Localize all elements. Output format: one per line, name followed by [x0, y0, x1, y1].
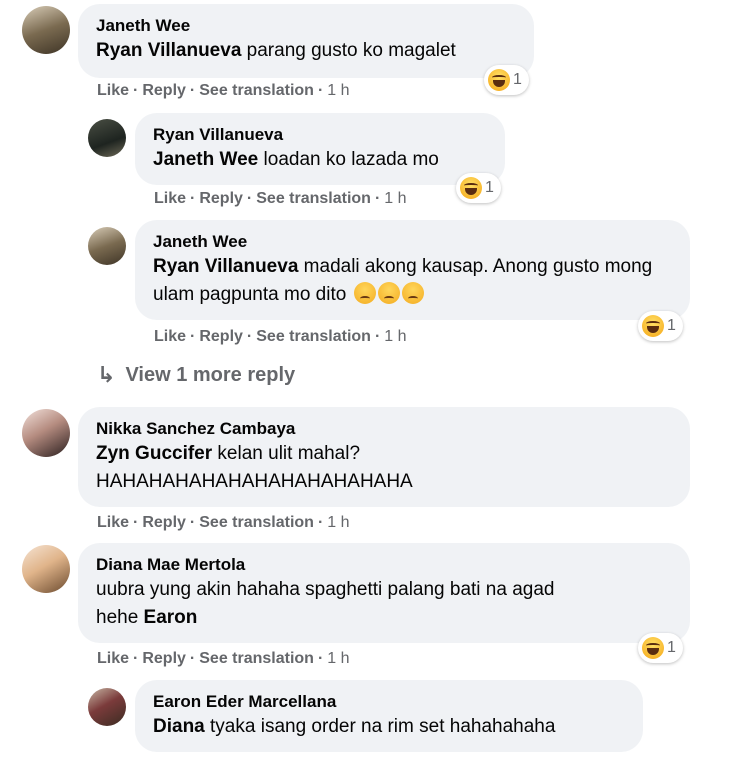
pensive-face-icon — [353, 282, 376, 304]
reaction-count: 1 — [513, 71, 522, 88]
mention[interactable]: Ryan Villanueva — [96, 40, 241, 61]
reaction-count: 1 — [667, 317, 676, 334]
mention[interactable]: Earon — [144, 607, 198, 628]
reply-button[interactable]: Reply — [199, 328, 243, 345]
comment-author[interactable]: Janeth Wee — [153, 231, 672, 253]
avatar[interactable] — [22, 409, 70, 457]
comment-actions: Like · Reply · See translation · 1 h — [97, 650, 350, 667]
comment-actions: Like · Reply · See translation · 1 h — [97, 82, 350, 99]
comment-bubble: Janeth Wee Ryan Villanueva parang gusto … — [78, 4, 534, 78]
reply-button[interactable]: Reply — [142, 82, 186, 99]
comment-author[interactable]: Earon Eder Marcellana — [153, 691, 625, 713]
like-button[interactable]: Like — [154, 190, 186, 207]
reaction-badge[interactable]: 1 — [638, 633, 683, 663]
comment-author[interactable]: Diana Mae Mertola — [96, 554, 672, 576]
like-button[interactable]: Like — [97, 650, 129, 667]
reaction-badge[interactable]: 1 — [456, 173, 501, 203]
comment-actions: Like · Reply · See translation · 1 h — [154, 190, 407, 207]
avatar[interactable] — [22, 6, 70, 54]
like-button[interactable]: Like — [154, 328, 186, 345]
comment-text: Janeth Wee loadan ko lazada mo — [153, 149, 439, 170]
comment-text-line2: HAHAHAHAHAHAHAHAHAHAHAHA — [96, 471, 413, 492]
reply-button[interactable]: Reply — [142, 650, 186, 667]
haha-icon — [460, 177, 482, 199]
view-more-replies[interactable]: ↳ View 1 more reply — [97, 362, 295, 388]
mention[interactable]: Zyn Guccifer — [96, 443, 212, 464]
see-translation-link[interactable]: See translation — [199, 82, 314, 99]
avatar[interactable] — [88, 227, 126, 265]
avatar[interactable] — [88, 119, 126, 157]
comment-actions: Like · Reply · See translation · 1 h — [154, 328, 407, 345]
comment-text: Ryan Villanueva madali akong kausap. Ano… — [153, 256, 653, 305]
reaction-count: 1 — [667, 639, 676, 656]
comment-actions: Like · Reply · See translation · 1 h — [97, 514, 350, 531]
see-translation-link[interactable]: See translation — [199, 650, 314, 667]
reply-arrow-icon: ↳ — [97, 362, 116, 387]
pensive-face-icon — [377, 282, 400, 304]
comment-text: Zyn Guccifer kelan ulit mahal? — [96, 443, 361, 464]
comment-bubble: Ryan Villanueva Janeth Wee loadan ko laz… — [135, 113, 505, 185]
mention[interactable]: Ryan Villanueva — [153, 256, 298, 277]
comment-bubble: Janeth Wee Ryan Villanueva madali akong … — [135, 220, 690, 320]
timestamp[interactable]: 1 h — [327, 82, 349, 99]
timestamp[interactable]: 1 h — [327, 514, 349, 531]
comment-bubble: Nikka Sanchez Cambaya Zyn Guccifer kelan… — [78, 407, 690, 507]
comment-text: uubra yung akin hahaha spaghetti palang … — [96, 579, 555, 600]
avatar[interactable] — [88, 688, 126, 726]
pensive-face-icon — [401, 282, 424, 304]
like-button[interactable]: Like — [97, 514, 129, 531]
reaction-badge[interactable]: 1 — [638, 311, 683, 341]
timestamp[interactable]: 1 h — [327, 650, 349, 667]
reply-button[interactable]: Reply — [142, 514, 186, 531]
see-translation-link[interactable]: See translation — [256, 190, 371, 207]
timestamp[interactable]: 1 h — [384, 190, 406, 207]
haha-icon — [642, 315, 664, 337]
comment-text-line2: hehe Earon — [96, 607, 198, 628]
comment-bubble: Diana Mae Mertola uubra yung akin hahaha… — [78, 543, 690, 643]
reply-button[interactable]: Reply — [199, 190, 243, 207]
comment-author[interactable]: Ryan Villanueva — [153, 124, 487, 146]
reaction-count: 1 — [485, 179, 494, 196]
haha-icon — [642, 637, 664, 659]
like-button[interactable]: Like — [97, 82, 129, 99]
mention[interactable]: Diana — [153, 716, 205, 737]
avatar[interactable] — [22, 545, 70, 593]
view-more-label: View 1 more reply — [125, 363, 296, 386]
see-translation-link[interactable]: See translation — [256, 328, 371, 345]
reaction-badge[interactable]: 1 — [484, 65, 529, 95]
comment-author[interactable]: Nikka Sanchez Cambaya — [96, 418, 672, 440]
mention[interactable]: Janeth Wee — [153, 149, 258, 170]
haha-icon — [488, 69, 510, 91]
comment-bubble: Earon Eder Marcellana Diana tyaka isang … — [135, 680, 643, 752]
comment-text: Diana tyaka isang order na rim set hahah… — [153, 716, 556, 737]
timestamp[interactable]: 1 h — [384, 328, 406, 345]
comment-text: Ryan Villanueva parang gusto ko magalet — [96, 40, 456, 61]
see-translation-link[interactable]: See translation — [199, 514, 314, 531]
comment-author[interactable]: Janeth Wee — [96, 15, 516, 37]
